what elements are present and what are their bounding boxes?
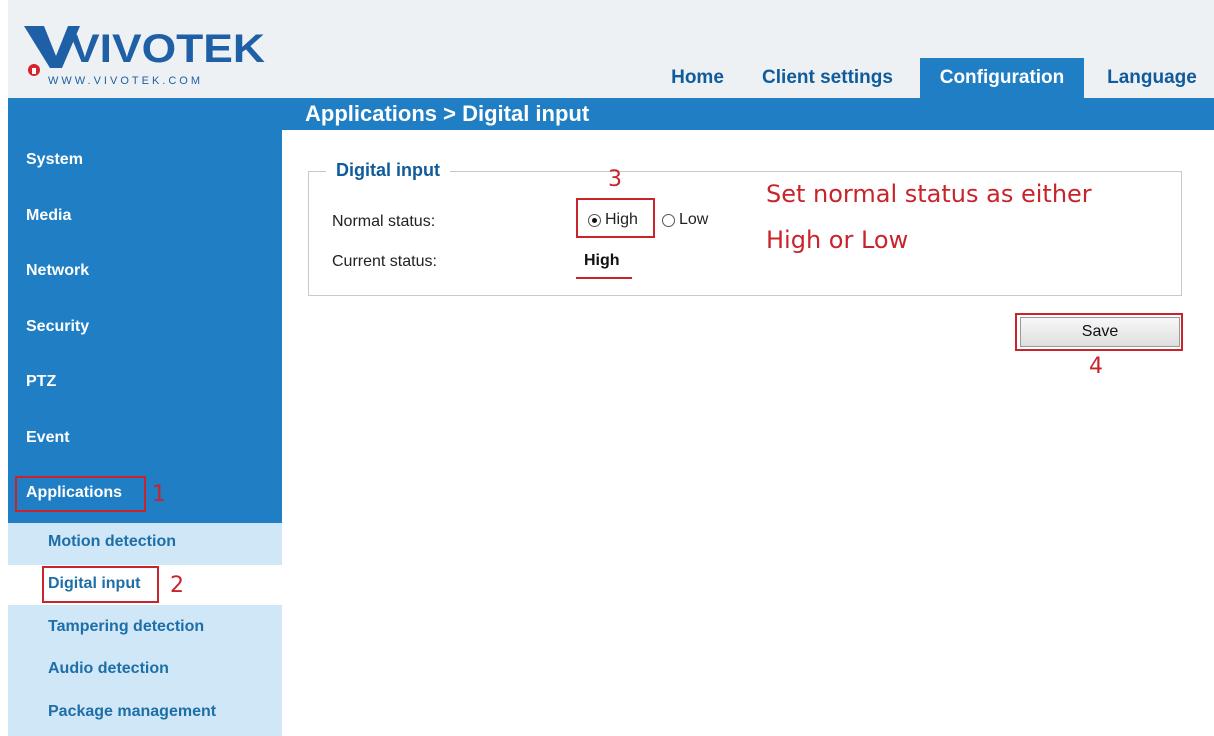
radio-low-button[interactable] <box>662 213 675 227</box>
fieldset-legend: Digital input <box>326 160 450 181</box>
nav-language[interactable]: Language <box>1090 58 1214 98</box>
radio-low-label: Low <box>679 211 709 228</box>
sidebar: System Media Network Security PTZ Event … <box>8 130 282 523</box>
annotation-box-high <box>576 198 655 238</box>
annotation-step-1: 1 <box>152 482 166 507</box>
submenu-item-audio-detection[interactable]: Audio detection <box>48 660 169 678</box>
svg-text:VIVOTEK: VIVOTEK <box>70 27 265 71</box>
submenu-item-package-management[interactable]: Package management <box>48 703 216 721</box>
sidebar-item-network[interactable]: Network <box>26 262 89 280</box>
annotation-step-3: 3 <box>608 167 622 192</box>
title-bar <box>8 98 1214 130</box>
annotation-box-digital-input <box>42 566 159 603</box>
sidebar-item-ptz[interactable]: PTZ <box>26 373 56 391</box>
breadcrumb: Applications > Digital input <box>305 101 590 126</box>
radio-low[interactable]: Low <box>662 211 708 229</box>
annotation-step-2: 2 <box>170 573 184 598</box>
current-status-value: High <box>584 252 620 269</box>
annotation-note-line1: Set normal status as either <box>766 180 1092 208</box>
sidebar-item-event[interactable]: Event <box>26 429 70 447</box>
nav-client-settings[interactable]: Client settings <box>745 58 910 98</box>
annotation-box-applications <box>15 476 146 512</box>
svg-text:WWW.VIVOTEK.COM: WWW.VIVOTEK.COM <box>48 75 203 87</box>
logo-graphic: VIVOTEK WWW.VIVOTEK.COM <box>24 26 265 87</box>
sidebar-item-system[interactable]: System <box>26 151 83 169</box>
nav-home[interactable]: Home <box>660 58 735 98</box>
current-status-label: Current status: <box>332 253 437 270</box>
annotation-step-4: 4 <box>1089 354 1103 379</box>
annotation-underline-current <box>576 277 632 279</box>
normal-status-label: Normal status: <box>332 213 436 230</box>
annotation-note-line2: High or Low <box>766 226 909 254</box>
sidebar-item-media[interactable]: Media <box>26 207 71 225</box>
submenu-item-motion-detection[interactable]: Motion detection <box>48 533 176 551</box>
nav-configuration[interactable]: Configuration <box>920 58 1084 98</box>
sidebar-item-security[interactable]: Security <box>26 318 89 336</box>
vivotek-logo[interactable]: VIVOTEK WWW.VIVOTEK.COM <box>22 18 272 88</box>
annotation-box-save <box>1015 313 1183 351</box>
submenu-item-tampering-detection[interactable]: Tampering detection <box>48 618 204 636</box>
